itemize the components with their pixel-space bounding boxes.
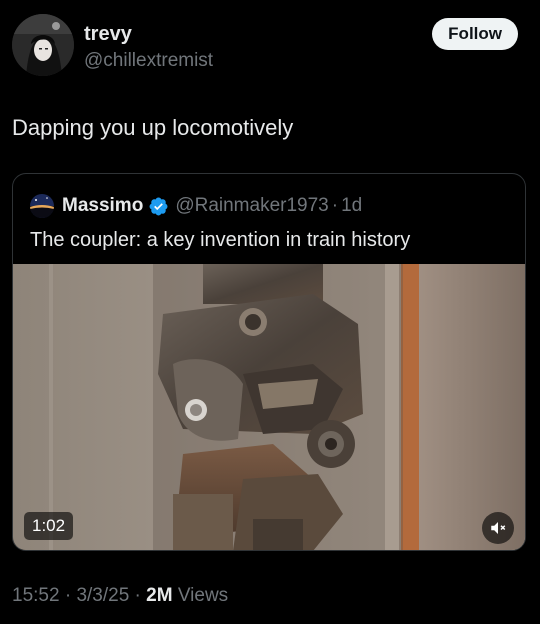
- tweet-text: Dapping you up locomotively: [12, 115, 294, 140]
- quoted-tweet-card[interactable]: Massimo @Rainmaker1973 · 1d The coupler:…: [12, 173, 526, 551]
- quoted-tweet-text: The coupler: a key invention in train hi…: [30, 229, 411, 251]
- quoted-author-handle[interactable]: @Rainmaker1973: [175, 195, 328, 217]
- views-label: Views: [177, 585, 229, 606]
- video-duration-badge: 1:02: [24, 512, 74, 540]
- video-player[interactable]: 1:02: [13, 264, 525, 550]
- video-frame: [13, 264, 525, 550]
- follow-button[interactable]: Follow: [432, 18, 518, 50]
- author-handle[interactable]: @chillextremist: [84, 50, 213, 72]
- author-name[interactable]: trevy: [84, 22, 132, 46]
- mute-toggle-button[interactable]: [482, 512, 514, 544]
- quoted-author-name[interactable]: Massimo: [62, 195, 143, 217]
- separator-dot: ·: [331, 195, 339, 216]
- tweet-time[interactable]: 15:52: [12, 585, 60, 606]
- separator-dot: ·: [64, 585, 72, 606]
- quoted-tweet-header: Massimo @Rainmaker1973 · 1d: [30, 193, 362, 219]
- separator-dot: ·: [134, 585, 141, 606]
- views-count[interactable]: 2M: [146, 585, 172, 606]
- tweet-date[interactable]: 3/3/25: [76, 585, 129, 606]
- author-avatar[interactable]: [12, 14, 74, 76]
- quoted-author-avatar[interactable]: [30, 194, 54, 218]
- quoted-tweet-time[interactable]: 1d: [341, 195, 362, 217]
- tweet-header: trevy @chillextremist Follow: [12, 14, 528, 80]
- verified-badge-icon: [149, 197, 168, 215]
- tweet-meta: 15:52 · 3/3/25 · 2M Views: [12, 584, 228, 608]
- speaker-muted-icon: [491, 522, 506, 534]
